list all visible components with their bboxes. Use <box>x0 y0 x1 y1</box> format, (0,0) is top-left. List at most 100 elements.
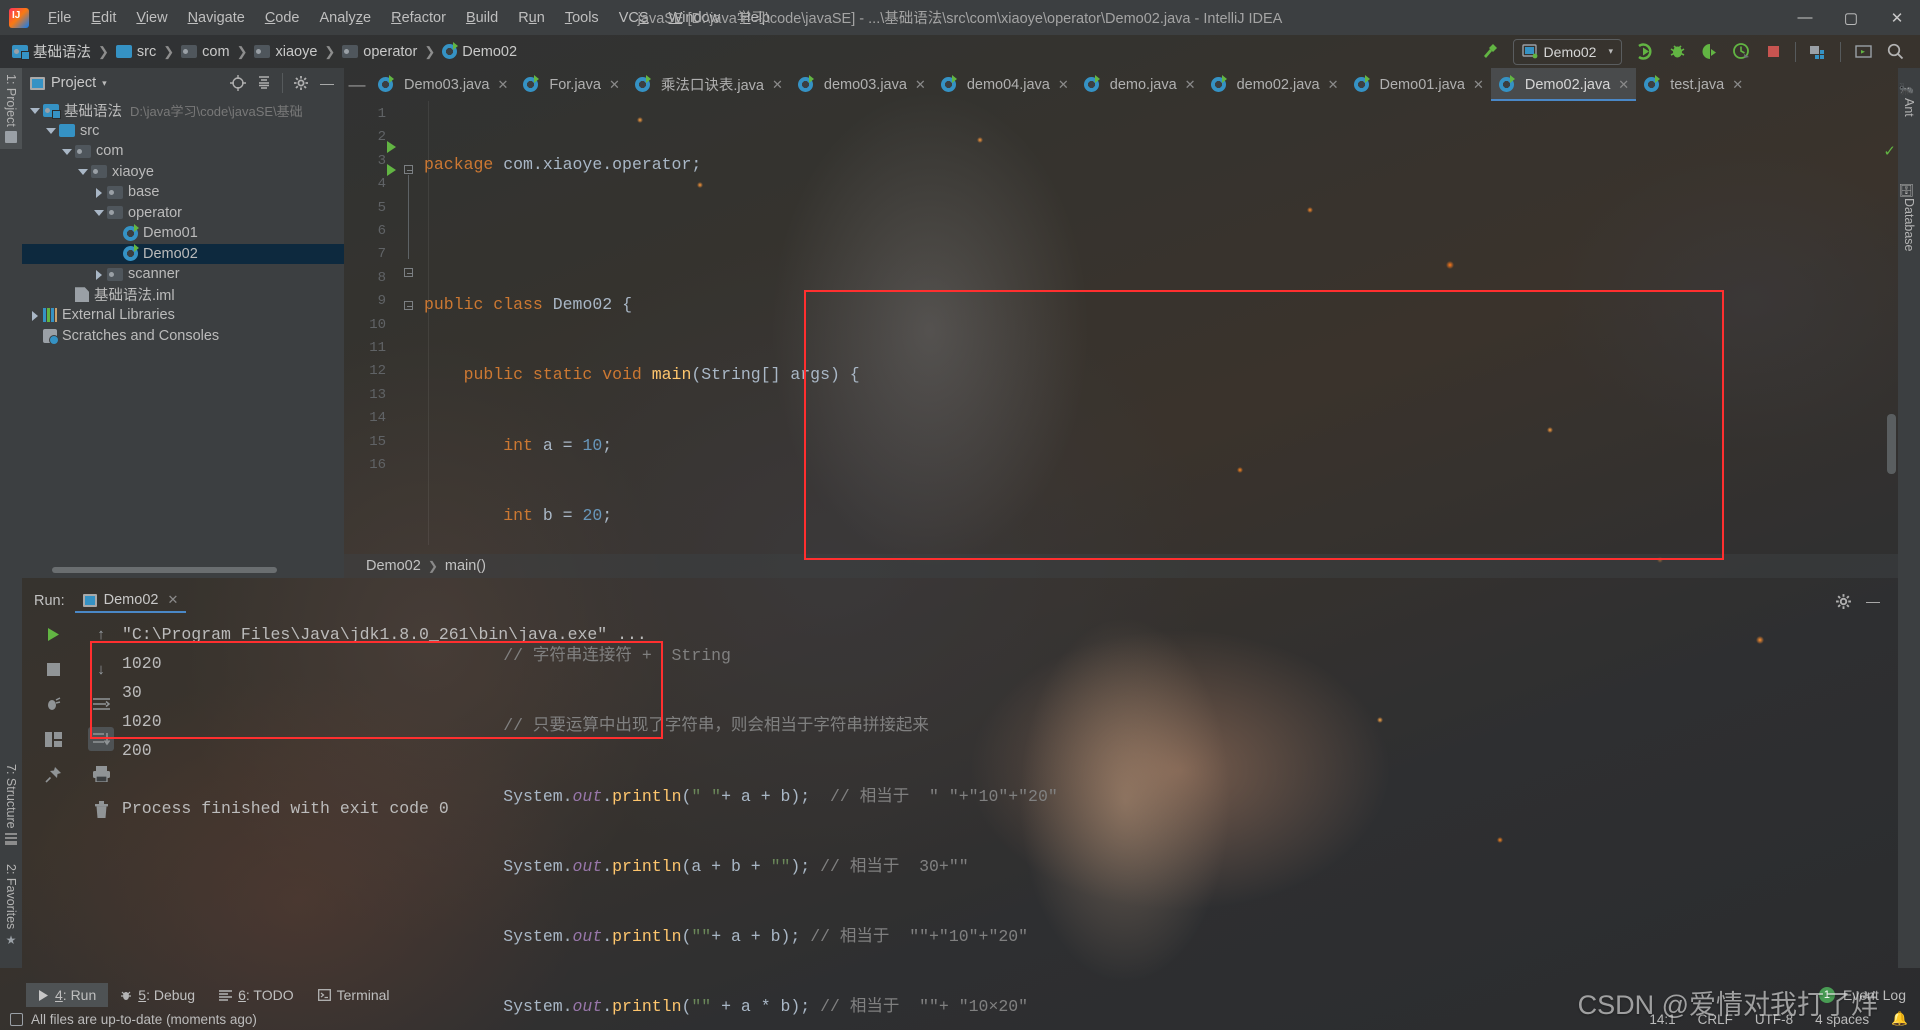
terminal-icon[interactable] <box>1848 39 1878 65</box>
tree-node[interactable]: operator <box>22 203 344 224</box>
tree-node[interactable]: src <box>22 121 344 142</box>
notification-icon[interactable]: 🔔 <box>1891 1011 1908 1027</box>
rerun-icon[interactable] <box>40 622 66 646</box>
maximize-button[interactable]: ▢ <box>1828 1 1874 35</box>
chevron-right-icon[interactable] <box>28 309 41 322</box>
editor-scrollbar-thumb[interactable] <box>1887 414 1896 474</box>
close-icon[interactable]: ✕ <box>772 77 783 93</box>
close-icon[interactable]: ✕ <box>1328 77 1339 93</box>
run-with-coverage-icon[interactable] <box>1694 39 1724 65</box>
hide-tabs-icon[interactable]: — <box>344 68 370 101</box>
tree-node[interactable]: com <box>22 141 344 162</box>
close-icon[interactable]: ✕ <box>915 77 926 93</box>
build-hammer-icon[interactable] <box>1475 39 1505 65</box>
scroll-to-end-icon[interactable] <box>88 727 114 751</box>
print-icon[interactable] <box>88 762 114 786</box>
sidebar-item-favorites[interactable]: 2: Favorites ★ <box>0 858 22 951</box>
tree-node[interactable]: Scratches and Consoles <box>22 326 344 347</box>
hide-icon[interactable]: — <box>314 71 340 95</box>
minimize-button[interactable]: — <box>1782 1 1828 35</box>
clear-all-icon[interactable] <box>88 797 114 821</box>
editor-tab[interactable]: 乘法口诀表.java ✕ <box>627 68 790 101</box>
close-button[interactable]: ✕ <box>1874 1 1920 35</box>
breadcrumb-demo02[interactable]: Demo02 <box>438 42 521 62</box>
console-output[interactable]: "C:\Program Files\Java\jdk1.8.0_261\bin\… <box>122 616 1898 968</box>
chevron-down-icon[interactable] <box>28 104 41 117</box>
menu-window[interactable]: Window <box>659 5 731 31</box>
scroll-up-icon[interactable]: ↑ <box>88 622 114 646</box>
editor-breadcrumb[interactable]: Demo02 ❯ main() <box>344 554 1898 578</box>
debug-icon[interactable] <box>1662 39 1692 65</box>
menu-vcs[interactable]: VCS <box>609 5 659 31</box>
code-editor[interactable]: 1 2 3 4 5 6 7 8 9 10 11 12 13 14 15 16 package com.xiao… <box>344 101 1898 1016</box>
menu-analyze[interactable]: Analyze <box>310 5 382 31</box>
menu-refactor[interactable]: Refactor <box>381 5 456 31</box>
code-text[interactable]: package com.xiaoye.operator; public clas… <box>424 101 1898 1016</box>
editor-marker-bar[interactable]: ✓ <box>1883 134 1898 578</box>
editor-tab[interactable]: demo04.java ✕ <box>933 68 1076 101</box>
chevron-right-icon[interactable] <box>92 268 105 281</box>
run-method-gutter-icon[interactable] <box>387 164 396 176</box>
tree-node[interactable]: base <box>22 182 344 203</box>
close-icon[interactable]: ✕ <box>1732 77 1743 93</box>
editor-tab[interactable]: Demo02.java ✕ <box>1490 68 1637 101</box>
menu-view[interactable]: View <box>126 5 177 31</box>
locate-icon[interactable] <box>225 71 251 95</box>
sidebar-item-ant[interactable]: 🐜 Ant <box>1898 76 1920 123</box>
run-class-gutter-icon[interactable] <box>387 141 396 153</box>
breadcrumb-src[interactable]: src <box>112 42 160 62</box>
editor-gutter[interactable]: 1 2 3 4 5 6 7 8 9 10 11 12 13 14 15 16 <box>344 101 420 545</box>
editor-tab[interactable]: Demo01.java ✕ <box>1346 68 1491 101</box>
menu-file[interactable]: File <box>38 5 81 31</box>
editor-tab[interactable]: demo03.java ✕ <box>790 68 933 101</box>
editor-tab[interactable]: demo.java ✕ <box>1076 68 1203 101</box>
menu-navigate[interactable]: Navigate <box>178 5 255 31</box>
close-icon[interactable]: ✕ <box>167 592 178 608</box>
tree-node[interactable]: External Libraries <box>22 305 344 326</box>
editor-tab[interactable]: For.java ✕ <box>515 68 627 101</box>
run-configuration-selector[interactable]: Demo02 ▾ <box>1512 38 1622 65</box>
layout-icon[interactable] <box>40 727 66 751</box>
close-icon[interactable]: ✕ <box>609 77 620 93</box>
run-tab-demo02[interactable]: Demo02 ✕ <box>74 589 187 613</box>
tree-node[interactable]: Demo02 <box>22 243 344 264</box>
tree-node[interactable]: 基础语法.iml <box>22 285 344 306</box>
breadcrumb-operator[interactable]: operator <box>338 42 421 62</box>
breadcrumb-class[interactable]: Demo02 <box>366 558 421 574</box>
chevron-down-icon[interactable] <box>76 165 89 178</box>
menu-code[interactable]: Code <box>255 5 310 31</box>
settings-gear-icon[interactable] <box>1830 589 1856 613</box>
close-icon[interactable]: ✕ <box>1058 77 1069 93</box>
fold-region-icon[interactable] <box>404 268 413 277</box>
tree-node[interactable]: 基础语法 D:\java学习\code\javaSE\基础 <box>22 100 344 121</box>
chevron-down-icon[interactable] <box>44 124 57 137</box>
tree-node[interactable]: xiaoye <box>22 162 344 183</box>
sidebar-item-structure[interactable]: 7: Structure <box>0 758 22 851</box>
bottom-tab-todo[interactable]: 6: TODO <box>207 983 306 1007</box>
breadcrumb-xiaoye[interactable]: xiaoye <box>250 42 321 62</box>
close-icon[interactable]: ✕ <box>1618 77 1629 93</box>
scroll-down-icon[interactable]: ↓ <box>88 657 114 681</box>
bottom-tab-run[interactable]: 4: Run <box>26 983 109 1007</box>
chevron-down-icon[interactable] <box>92 206 105 219</box>
close-icon[interactable]: ✕ <box>1473 77 1484 93</box>
debugger-icon[interactable] <box>40 692 66 716</box>
breadcrumb-method[interactable]: main() <box>445 558 486 574</box>
close-icon[interactable]: ✕ <box>1185 77 1196 93</box>
soft-wrap-icon[interactable] <box>88 692 114 716</box>
breadcrumb-com[interactable]: com <box>177 42 233 62</box>
menu-build[interactable]: Build <box>456 5 508 31</box>
close-icon[interactable]: ✕ <box>497 77 508 93</box>
tree-node[interactable]: scanner <box>22 264 344 285</box>
hide-icon[interactable]: — <box>1860 589 1886 613</box>
pin-icon[interactable] <box>40 762 66 786</box>
editor-tab[interactable]: Demo03.java ✕ <box>370 68 515 101</box>
stop-icon[interactable] <box>40 657 66 681</box>
chevron-down-icon[interactable] <box>60 145 73 158</box>
collapse-all-icon[interactable] <box>251 71 277 95</box>
chevron-right-icon[interactable] <box>92 186 105 199</box>
profiler-icon[interactable] <box>1726 39 1756 65</box>
tree-node[interactable]: Demo01 <box>22 223 344 244</box>
settings-gear-icon[interactable] <box>288 71 314 95</box>
breadcrumb-module[interactable]: 基础语法 <box>8 39 95 64</box>
